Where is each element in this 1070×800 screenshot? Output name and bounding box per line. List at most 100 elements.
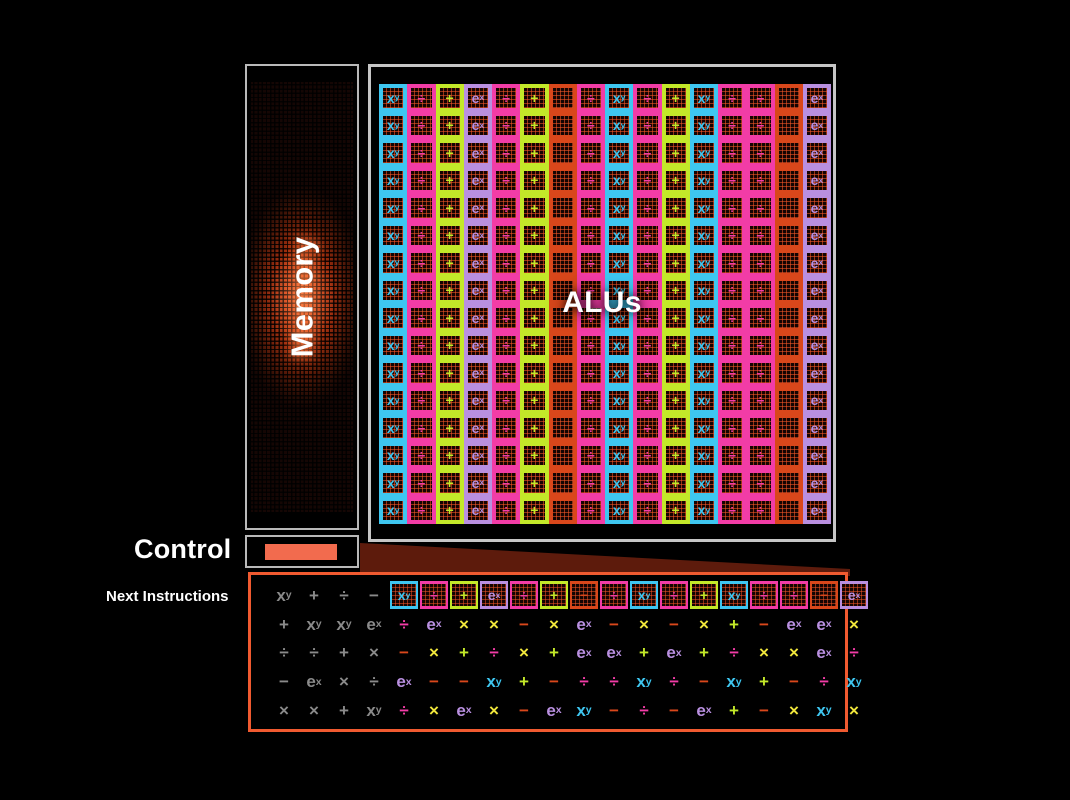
alu-cell-inner: xy xyxy=(383,170,404,190)
alu-cell-symbol-x-y: xy xyxy=(612,447,626,464)
alu-cell: ÷ xyxy=(746,166,775,194)
alu-cell: ex xyxy=(463,111,492,139)
instruction-symbol-div: ÷ xyxy=(489,643,499,663)
alu-cell: + xyxy=(520,359,549,387)
alu-cell-inner: ÷ xyxy=(722,390,743,410)
instruction-symbol-x-y: xy xyxy=(727,587,741,604)
alu-cell-inner: ÷ xyxy=(411,363,432,383)
alu-cell-symbol-div: ÷ xyxy=(502,117,510,134)
alu-cell-inner: xy xyxy=(383,198,404,218)
alu-cell-symbol-div: ÷ xyxy=(643,172,652,189)
alu-cell-inner: ÷ xyxy=(496,88,517,108)
alu-cell-symbol-x-y: xy xyxy=(386,254,400,271)
alu-cell-symbol-x-y: xy xyxy=(697,419,711,436)
alu-cell: xy xyxy=(379,359,408,387)
alu-cell-inner: xy xyxy=(609,115,630,135)
alu-cell: ÷ xyxy=(576,386,605,414)
alu-cell-inner: ÷ xyxy=(722,363,743,383)
alu-cell-inner: ex xyxy=(806,143,827,163)
alu-cell-symbol-plus: + xyxy=(671,502,680,519)
alu-cell-inner: ÷ xyxy=(750,418,771,438)
alu-cell-symbol-div: ÷ xyxy=(643,474,652,491)
alu-cell-inner: + xyxy=(439,308,460,328)
alu-cell-symbol-div: ÷ xyxy=(587,227,595,244)
alu-cell: xy xyxy=(605,441,634,469)
alu-cell-symbol-x-y: xy xyxy=(386,364,400,381)
alu-cell xyxy=(548,469,577,497)
alu-cell-inner: ÷ xyxy=(722,473,743,493)
instruction-symbol-minus: − xyxy=(609,614,619,634)
alu-cell-symbol-div: ÷ xyxy=(587,447,595,464)
alu-cell-symbol-plus: + xyxy=(445,282,454,299)
alu-cell: ÷ xyxy=(492,496,521,524)
alu-cell-symbol-div: ÷ xyxy=(502,282,510,299)
alu-cell-inner: ÷ xyxy=(750,445,771,465)
alu-cell: ex xyxy=(802,414,831,442)
alu-cell: xy xyxy=(605,139,634,167)
alu-cell-symbol-e-x: ex xyxy=(471,144,485,161)
dispatched-instruction-cell: ÷ xyxy=(749,581,779,610)
alu-cell-symbol-x-y: xy xyxy=(612,172,626,189)
instruction-symbol-minus: − xyxy=(579,587,589,604)
alu-cell-inner: + xyxy=(524,418,545,438)
alu-cell: xy xyxy=(605,111,634,139)
alu-cell: xy xyxy=(605,386,634,414)
alu-cell-inner: ÷ xyxy=(411,170,432,190)
alu-cell-inner: ex xyxy=(467,143,488,163)
alu-cell: ÷ xyxy=(407,276,436,304)
alu-cell: xy xyxy=(689,139,718,167)
alu-cell-inner: ÷ xyxy=(637,335,658,355)
alu-cell-symbol-plus: + xyxy=(671,89,680,106)
alu-cell: ÷ xyxy=(407,304,436,332)
alu-cell-inner: ÷ xyxy=(411,198,432,218)
alu-cell-inner: ÷ xyxy=(637,308,658,328)
alu-cell-symbol-div: ÷ xyxy=(587,89,595,106)
alu-cell-symbol-div: ÷ xyxy=(728,199,736,216)
alu-cell-inner: ÷ xyxy=(411,390,432,410)
alu-cell-symbol-x-y: xy xyxy=(612,419,626,436)
alu-cell xyxy=(548,221,577,249)
alu-cell-symbol-e-x: ex xyxy=(810,227,824,244)
instruction-symbol-x-y: xy xyxy=(637,587,651,604)
instruction-symbol-x-y: xy xyxy=(366,701,382,721)
alu-cell: ÷ xyxy=(718,469,747,497)
alu-cell-symbol-div: ÷ xyxy=(502,419,510,436)
alu-cell-symbol-x-y: xy xyxy=(697,502,711,519)
alu-cell-symbol-div: ÷ xyxy=(417,447,426,464)
alu-cell-symbol-x-y: xy xyxy=(386,144,400,161)
alu-cell: ÷ xyxy=(407,386,436,414)
alu-cell: + xyxy=(435,359,464,387)
alu-cell-symbol-div: ÷ xyxy=(417,89,426,106)
alu-cell: xy xyxy=(379,249,408,277)
alu-cell-inner: + xyxy=(439,390,460,410)
alu-cell-inner: xy xyxy=(383,363,404,383)
alu-cell-inner: ÷ xyxy=(411,473,432,493)
alu-cell: xy xyxy=(379,496,408,524)
alu-cell-symbol-blank xyxy=(779,116,799,136)
alu-cell-inner: ÷ xyxy=(580,225,601,245)
alu-cell-inner: ÷ xyxy=(722,143,743,163)
alu-cell-inner: ex xyxy=(806,280,827,300)
alu-cell-symbol-div: ÷ xyxy=(417,392,426,409)
alu-cell: xy xyxy=(605,249,634,277)
alu-cell: ÷ xyxy=(718,441,747,469)
alu-cell-inner: + xyxy=(524,198,545,218)
alu-cell-inner: ex xyxy=(467,335,488,355)
alu-cell: ex xyxy=(802,249,831,277)
alu-cell: xy xyxy=(689,249,718,277)
alu-cell: + xyxy=(520,469,549,497)
alu-cell-symbol-div: ÷ xyxy=(587,502,595,519)
instruction-symbol-e-x: ex xyxy=(666,643,682,663)
alu-cell: ÷ xyxy=(718,496,747,524)
alu-cell-inner: ÷ xyxy=(580,198,601,218)
alu-cell: ÷ xyxy=(633,139,662,167)
alu-cell-symbol-e-x: ex xyxy=(810,364,824,381)
alu-cell-inner: ex xyxy=(806,88,827,108)
alu-cell-inner: xy xyxy=(383,445,404,465)
alu-cell: + xyxy=(661,386,690,414)
alu-cell: ÷ xyxy=(576,276,605,304)
alu-cell-symbol-x-y: xy xyxy=(386,309,400,326)
alu-cell-symbol-e-x: ex xyxy=(810,447,824,464)
instruction-symbol-e-x: ex xyxy=(546,701,562,721)
alu-cell-symbol-plus: + xyxy=(445,474,454,491)
